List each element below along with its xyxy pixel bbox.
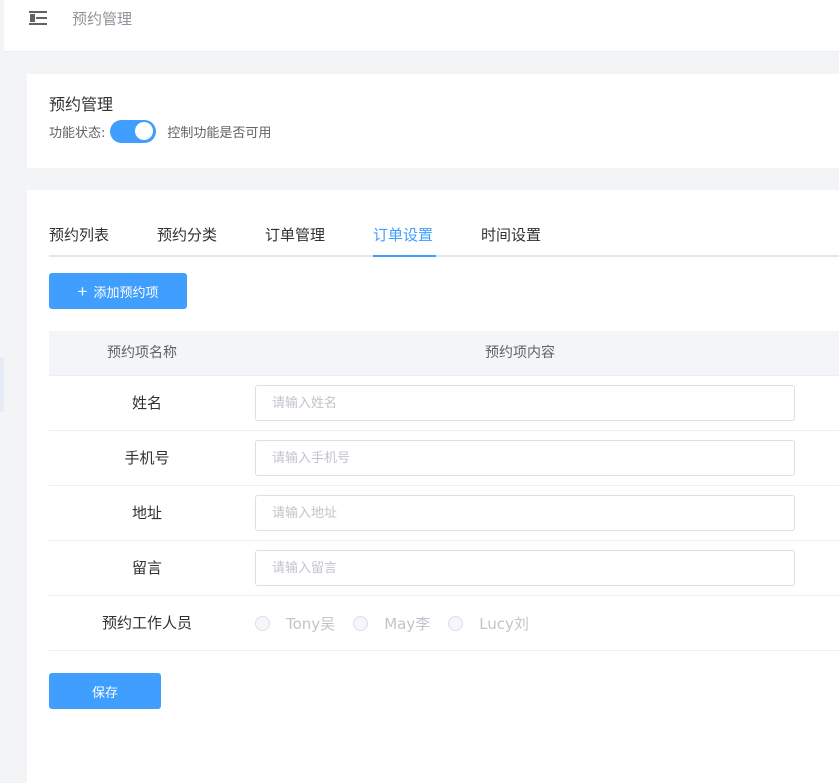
column-header-name: 预约项名称 — [107, 345, 177, 361]
row-label-phone: 手机号 — [124, 449, 170, 467]
reservation-items-table: 预约项名称 预约项内容 姓名 手机号 地址 留言 预约工作人员 Tony吴 — [49, 331, 839, 651]
radio-circle — [448, 616, 464, 631]
active-tab-indicator — [373, 255, 436, 257]
header-title: 预约管理 — [72, 10, 133, 28]
tab-reservation-category[interactable]: 预约分类 — [157, 224, 217, 257]
feature-title: 预约管理 — [49, 95, 114, 114]
row-label-message: 留言 — [131, 559, 162, 577]
save-button[interactable]: 保存 — [49, 673, 161, 709]
table-row: 手机号 — [49, 431, 839, 486]
table-row: 姓名 — [49, 376, 839, 431]
staff-radio-group: Tony吴 May李 Lucy刘 — [255, 596, 547, 651]
tab-reservation-list[interactable]: 预约列表 — [49, 224, 109, 257]
status-label: 功能状态: — [49, 125, 106, 141]
address-input[interactable] — [255, 495, 795, 531]
name-input[interactable] — [255, 385, 795, 421]
feature-status-row: 功能状态: 控制功能是否可用 — [49, 119, 271, 143]
switch-description: 控制功能是否可用 — [167, 125, 272, 141]
radio-label: May李 — [384, 615, 431, 633]
table-row: 地址 — [49, 486, 839, 541]
tab-bar: 预约列表 预约分类 订单管理 订单设置 时间设置 — [49, 224, 839, 257]
radio-circle — [353, 616, 369, 631]
plus-icon: + — [77, 281, 88, 301]
sidebar-edge — [0, 52, 4, 783]
radio-label: Lucy刘 — [479, 615, 529, 633]
menu-fold-icon[interactable] — [29, 9, 49, 27]
settings-card: 预约列表 预约分类 订单管理 订单设置 时间设置 + 添加预约项 预约项名称 预… — [27, 190, 839, 783]
staff-radio-tony[interactable]: Tony吴 — [255, 613, 335, 634]
column-header-content: 预约项内容 — [485, 345, 555, 361]
table-row: 留言 — [49, 541, 839, 596]
staff-radio-may[interactable]: May李 — [353, 613, 430, 634]
row-label-staff: 预约工作人员 — [101, 614, 192, 632]
switch-knob — [135, 122, 154, 140]
row-label-name: 姓名 — [131, 394, 162, 412]
tab-order-management[interactable]: 订单管理 — [265, 224, 325, 257]
tab-order-settings[interactable]: 订单设置 — [373, 224, 433, 257]
tab-time-settings[interactable]: 时间设置 — [481, 224, 541, 257]
radio-circle — [255, 616, 270, 631]
row-label-address: 地址 — [131, 504, 162, 522]
message-input[interactable] — [255, 550, 795, 586]
sidebar-active-indicator — [0, 357, 4, 412]
add-button-label: 添加预约项 — [93, 284, 159, 300]
phone-input[interactable] — [255, 440, 795, 476]
top-header: 预约管理 — [4, 0, 839, 52]
add-reservation-item-button[interactable]: + 添加预约项 — [49, 273, 187, 309]
feature-status-card: 预约管理 功能状态: 控制功能是否可用 — [27, 74, 839, 168]
radio-label: Tony吴 — [286, 615, 336, 633]
table-header: 预约项名称 预约项内容 — [49, 331, 839, 376]
table-row: 预约工作人员 Tony吴 May李 Lucy刘 — [49, 596, 839, 651]
feature-toggle-switch[interactable] — [110, 119, 157, 143]
staff-radio-lucy[interactable]: Lucy刘 — [448, 613, 529, 634]
